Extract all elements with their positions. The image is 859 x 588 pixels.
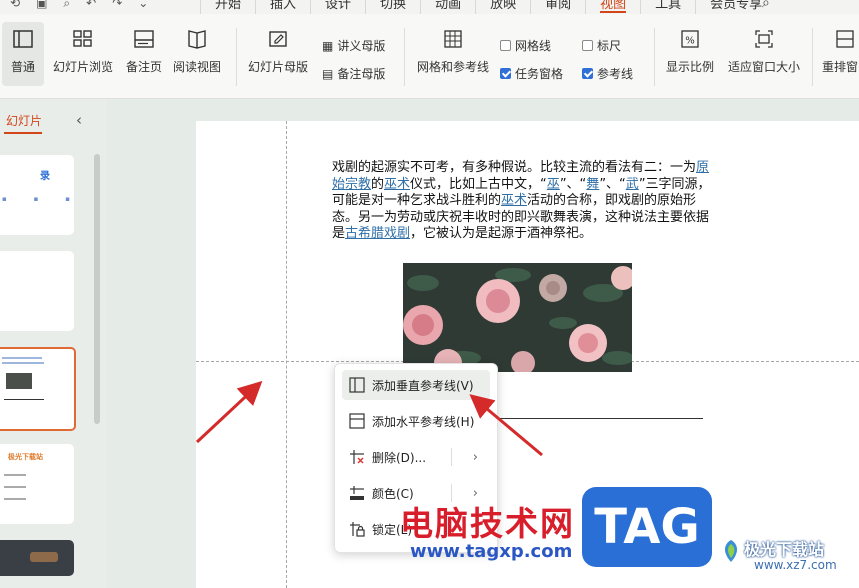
watermark-xz-url: www.xz7.com (754, 558, 837, 572)
watermark-xz-name: 极光下载站 (744, 540, 825, 559)
watermark-site-name: 电脑技术网 (400, 504, 575, 543)
watermark-xz-logo: 极光下载站 www.xz7.com (714, 532, 859, 588)
red-arrow-to-menu-item (469, 394, 543, 457)
watermark-tag-logo: TAG (582, 487, 712, 567)
red-arrow-to-guide (195, 380, 263, 444)
watermark-url: www.tagxp.com (410, 541, 573, 562)
aurora-logo-icon (724, 540, 738, 562)
